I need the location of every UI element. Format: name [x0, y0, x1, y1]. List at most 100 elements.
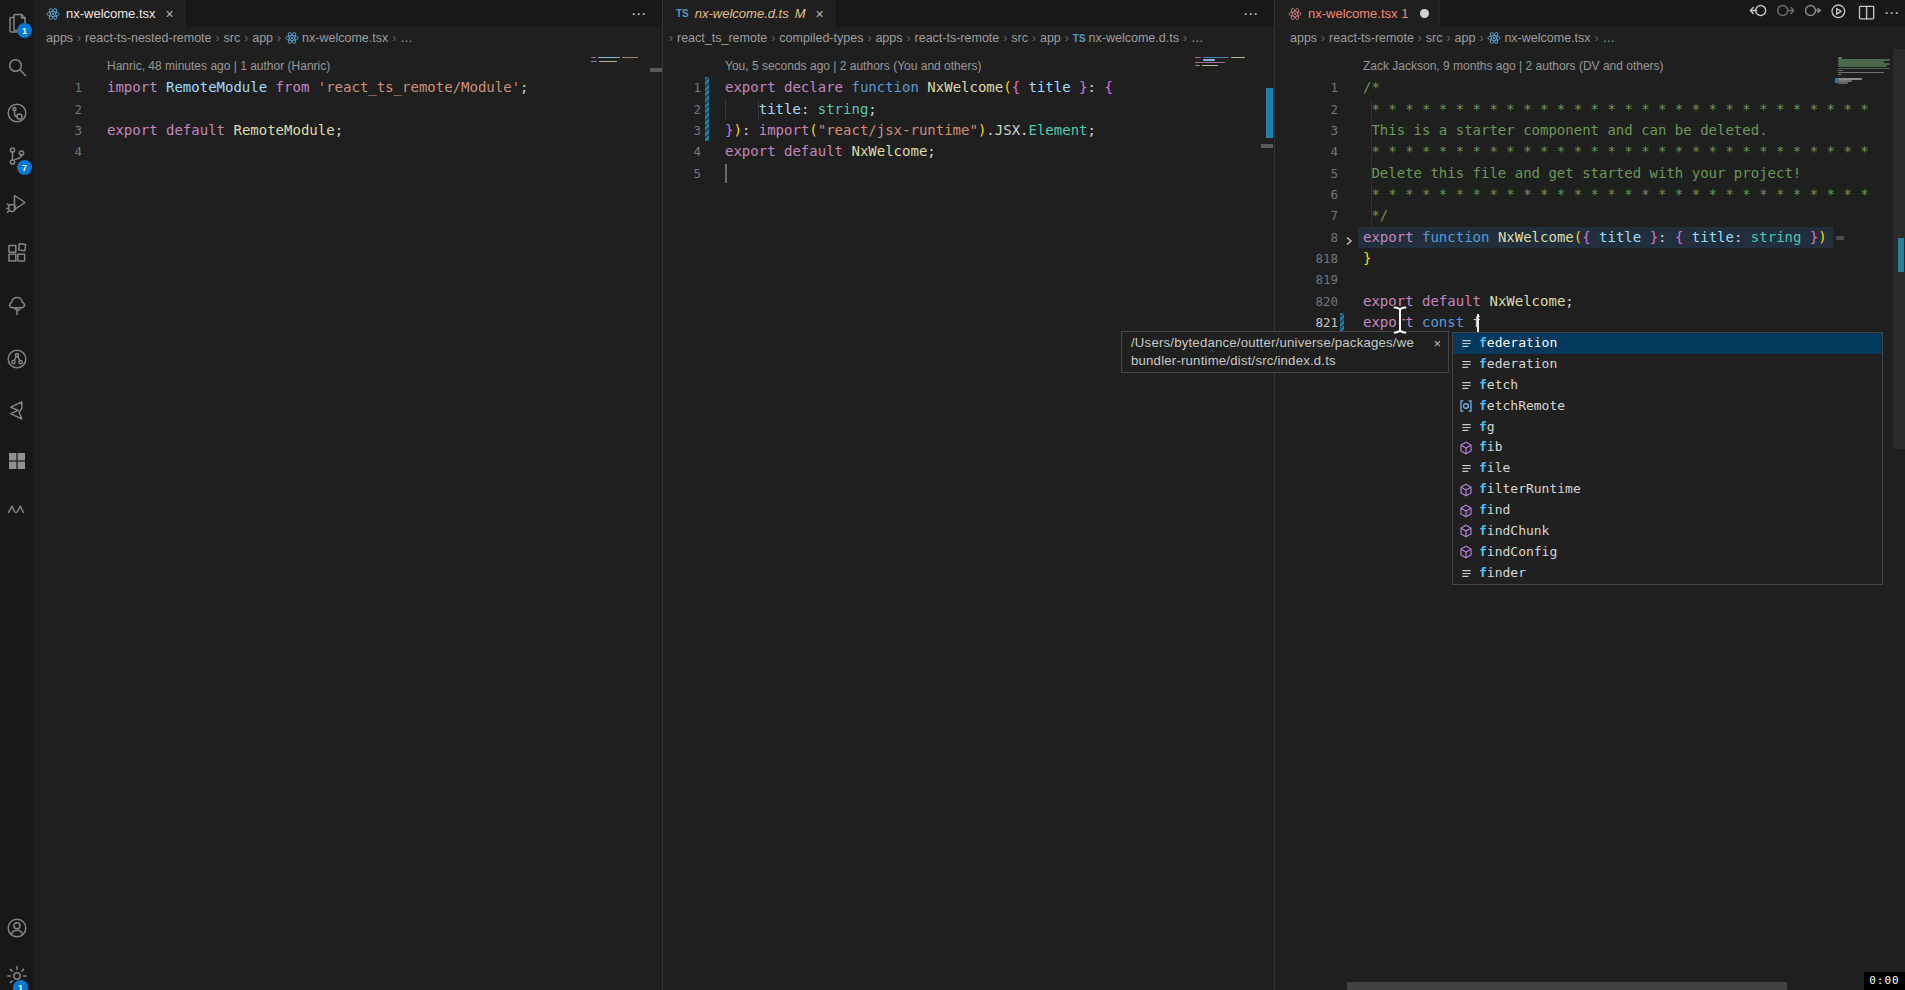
- close-icon[interactable]: ×: [816, 6, 824, 22]
- tab-nx-welcome-d-ts[interactable]: TSnx-welcome.d.tsM×: [663, 0, 835, 27]
- editor-actions: ⋯: [1749, 3, 1899, 23]
- breadcrumb-item[interactable]: nx-welcome.tsx: [1487, 31, 1590, 45]
- breadcrumb-item[interactable]: apps: [1290, 31, 1317, 45]
- suggest-item-fetch[interactable]: fetch: [1453, 375, 1882, 396]
- suggest-label: federation: [1479, 333, 1557, 354]
- editor-content[interactable]: Hanric, 48 minutes ago | 1 author (Hanri…: [33, 49, 663, 990]
- activitybar-run-debug-icon[interactable]: [4, 190, 29, 215]
- suggest-label: finder: [1479, 563, 1526, 584]
- blame-annotation[interactable]: You, 5 seconds ago | 2 authors (You and …: [725, 56, 981, 77]
- blame-annotation[interactable]: Zack Jackson, 9 months ago | 2 authors (…: [1363, 56, 1664, 77]
- indent-guide: [758, 99, 759, 120]
- activitybar-account-icon[interactable]: [4, 915, 29, 940]
- chevron-right-icon: ›: [1321, 31, 1325, 45]
- activity-bar: [0, 0, 34, 990]
- suggest-label: file: [1479, 458, 1510, 479]
- dirty-indicator[interactable]: [1420, 9, 1429, 18]
- line-number: 3: [663, 120, 701, 141]
- breadcrumb-item[interactable]: src: [224, 31, 241, 45]
- suggest-item-finder[interactable]: finder: [1453, 563, 1882, 584]
- run-or-debug-icon[interactable]: [1830, 3, 1850, 23]
- breadcrumb-item[interactable]: apps: [46, 31, 73, 45]
- chevron-right-icon: ›: [277, 31, 281, 45]
- suggest-item-find[interactable]: find: [1453, 500, 1882, 521]
- close-icon[interactable]: ×: [1433, 336, 1441, 351]
- breadcrumb-item[interactable]: app: [252, 31, 273, 45]
- symbol-text-icon: [1458, 419, 1474, 435]
- pane-divider-2[interactable]: [1274, 0, 1275, 990]
- minimap-line: [1231, 57, 1245, 59]
- breadcrumb-item[interactable]: react_ts_remote: [677, 31, 767, 45]
- suggest-item-fib[interactable]: fib: [1453, 437, 1882, 458]
- breadcrumb-item[interactable]: src: [1011, 31, 1028, 45]
- activitybar-extensions-icon[interactable]: [4, 240, 29, 265]
- line-number: 819: [1292, 269, 1338, 290]
- go-forward-icon[interactable]: [1776, 3, 1796, 23]
- modified-badge: M: [795, 6, 806, 21]
- pane-divider-1[interactable]: [662, 0, 663, 990]
- overview-cursor-mark: [1261, 144, 1273, 148]
- split-editor-icon[interactable]: [1857, 3, 1877, 23]
- breadcrumb-item[interactable]: …: [1603, 31, 1616, 45]
- suggest-item-findConfig[interactable]: findConfig: [1453, 542, 1882, 563]
- tab-nx-welcome-tsx-1[interactable]: nx-welcome.tsx 1: [1275, 0, 1440, 27]
- close-icon[interactable]: ×: [166, 6, 174, 22]
- editor-group-1: nx-welcome.tsx×⋯apps›react-ts-nested-rem…: [33, 0, 663, 990]
- file-icon: [1487, 31, 1501, 45]
- breadcrumb-item[interactable]: compiled-types: [779, 31, 863, 45]
- breadcrumb-item[interactable]: app: [1455, 31, 1476, 45]
- breadcrumb-item[interactable]: …: [1191, 31, 1204, 45]
- editor-actions-more[interactable]: ⋯: [631, 0, 647, 27]
- code-line: Delete this file and get started with yo…: [1363, 163, 1801, 184]
- suggest-item-file[interactable]: file: [1453, 458, 1882, 479]
- breadcrumb-item[interactable]: app: [1040, 31, 1061, 45]
- symbol-text-icon: [1458, 377, 1474, 393]
- suggest-item-fg[interactable]: fg: [1453, 417, 1882, 438]
- activitybar-commit-graph-icon[interactable]: [4, 346, 29, 371]
- mouse-ibeam-cursor: [1392, 305, 1408, 339]
- activitybar-search-icon[interactable]: [4, 54, 29, 79]
- activitybar-grid-extension-icon[interactable]: [4, 448, 29, 473]
- breadcrumb-item[interactable]: src: [1426, 31, 1443, 45]
- suggest-label: fetchRemote: [1479, 396, 1565, 417]
- breadcrumb-item[interactable]: TSnx-welcome.d.ts: [1073, 31, 1179, 45]
- chevron-right-icon: ›: [907, 31, 911, 45]
- breadcrumb-item[interactable]: react-ts-nested-remote: [85, 31, 211, 45]
- blame-annotation[interactable]: Hanric, 48 minutes ago | 1 author (Hanri…: [107, 56, 330, 77]
- file-icon: [46, 7, 60, 21]
- symbol-cube-icon: [1458, 523, 1474, 539]
- suggest-item-fetchRemote[interactable]: fetchRemote: [1453, 396, 1882, 417]
- activitybar-remote-explorer-icon[interactable]: [4, 100, 29, 125]
- breadcrumb-item[interactable]: react-ts-remote: [915, 31, 1000, 45]
- breadcrumb-item[interactable]: nx-welcome.tsx: [285, 31, 388, 45]
- code-line: }): import("react/jsx-runtime").JSX.Elem…: [725, 120, 1096, 141]
- suggest-item-federation[interactable]: federation: [1453, 354, 1882, 375]
- file-icon: [1288, 7, 1302, 21]
- suggest-item-findChunk[interactable]: findChunk: [1453, 521, 1882, 542]
- circle-arrow-icon[interactable]: [1803, 3, 1823, 23]
- suggest-item-filterRuntime[interactable]: filterRuntime: [1453, 479, 1882, 500]
- tab-nx-welcome-tsx[interactable]: nx-welcome.tsx×: [33, 0, 185, 27]
- breadcrumb-item[interactable]: …: [400, 31, 413, 45]
- editor-actions-more[interactable]: ⋯: [1243, 0, 1259, 27]
- suggest-item-federation[interactable]: federation: [1453, 333, 1882, 354]
- go-back-icon[interactable]: [1749, 3, 1769, 23]
- file-icon: TS: [676, 8, 689, 19]
- activitybar-testing-tree-icon[interactable]: [4, 293, 29, 318]
- chevron-right-icon: ›: [867, 31, 871, 45]
- breadcrumb-item[interactable]: apps: [875, 31, 902, 45]
- activitybar-ribbon-extension-icon[interactable]: [4, 398, 29, 423]
- code-line: import RemoteModule from 'react_ts_remot…: [107, 77, 529, 98]
- chevron-right-icon: ›: [1418, 31, 1422, 45]
- fold-chevron-icon[interactable]: [1344, 232, 1354, 250]
- editor-actions-more[interactable]: ⋯: [1884, 4, 1899, 22]
- line-number: 1: [663, 77, 701, 98]
- chevron-right-icon: ›: [1032, 31, 1036, 45]
- code-line: }: [1363, 248, 1371, 269]
- activitybar-squiggle-extension-icon[interactable]: [4, 496, 29, 521]
- editor-content[interactable]: You, 5 seconds ago | 2 authors (You and …: [663, 49, 1275, 990]
- folded-ellipsis[interactable]: [1836, 236, 1844, 240]
- breadcrumb-item[interactable]: react-ts-remote: [1329, 31, 1414, 45]
- symbol-cube-icon: [1458, 440, 1474, 456]
- suggest-label: find: [1479, 500, 1510, 521]
